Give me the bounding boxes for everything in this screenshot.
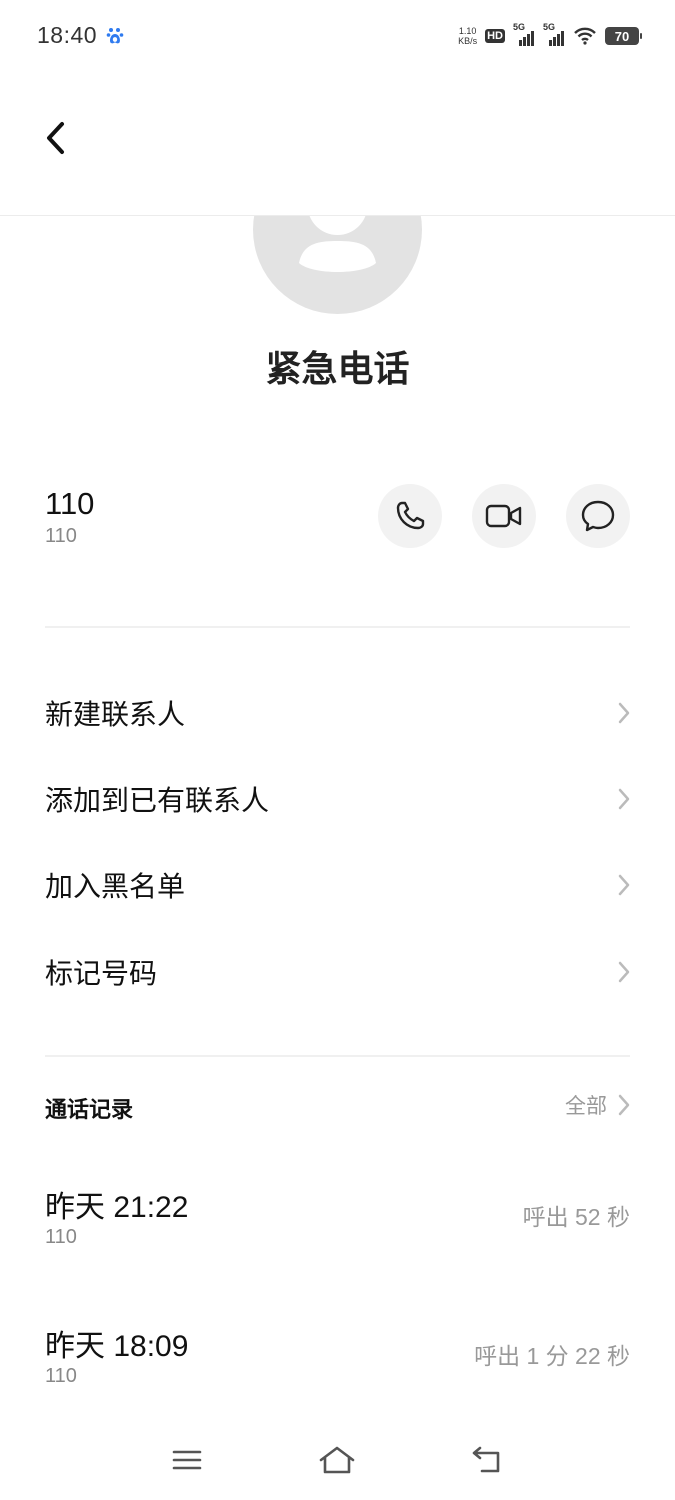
option-label: 加入黑名单 xyxy=(45,871,186,902)
signal-icon-sim2: 5G xyxy=(543,22,565,46)
sim2-network-label: 5G xyxy=(543,22,556,32)
net-speed: 1.10 KB/s xyxy=(458,26,477,46)
video-camera-icon xyxy=(485,504,522,528)
baidu-paw-icon xyxy=(106,28,124,44)
call-log-detail: 呼出 1 分 22 秒 xyxy=(474,1343,630,1369)
return-icon xyxy=(472,1446,500,1473)
chevron-left-icon xyxy=(47,122,64,154)
phone-number: 110 xyxy=(45,486,95,521)
status-bar: 18:40 1.10 KB/s HD 5G 5G 70 xyxy=(0,0,675,72)
call-log-title: 通话记录 xyxy=(45,1097,134,1122)
contact-name: 紧急电话 xyxy=(265,348,410,389)
nav-menu-button[interactable] xyxy=(162,1440,212,1480)
message-bubble-icon xyxy=(581,500,615,532)
call-log-all-label: 全部 xyxy=(565,1095,607,1118)
chevron-right-icon xyxy=(618,1094,630,1116)
menu-icon xyxy=(172,1450,202,1470)
status-time: 18:40 xyxy=(37,22,98,48)
option-add-to-existing-contact[interactable]: 添加到已有联系人 xyxy=(0,759,675,839)
battery-icon: 70 xyxy=(605,27,642,45)
nav-back-button[interactable] xyxy=(462,1440,512,1480)
option-label: 新建联系人 xyxy=(45,699,186,730)
call-log-all-button[interactable]: 全部 xyxy=(565,1090,631,1120)
option-mark-number[interactable]: 标记号码 xyxy=(0,932,675,1012)
signal-icon-sim1: 5G xyxy=(513,22,535,46)
phone-number-location: 110 xyxy=(45,525,77,547)
system-nav-bar xyxy=(0,1430,675,1500)
option-label: 标记号码 xyxy=(45,958,158,989)
option-label: 添加到已有联系人 xyxy=(45,785,270,816)
option-new-contact[interactable]: 新建联系人 xyxy=(0,673,675,753)
net-speed-unit: KB/s xyxy=(458,36,478,46)
hd-icon: HD xyxy=(485,29,505,43)
phone-icon xyxy=(396,501,425,530)
call-log-number: 110 xyxy=(45,1226,77,1248)
chevron-right-icon xyxy=(618,702,630,724)
top-app-bar xyxy=(0,72,675,216)
wifi-icon xyxy=(574,27,596,45)
chevron-right-icon xyxy=(618,788,630,810)
status-indicators: 1.10 KB/s HD 5G 5G 70 xyxy=(458,22,642,48)
option-add-to-blacklist[interactable]: 加入黑名单 xyxy=(0,845,675,925)
back-button[interactable] xyxy=(36,116,76,160)
call-button[interactable] xyxy=(378,484,442,548)
video-call-button[interactable] xyxy=(472,484,536,548)
divider xyxy=(45,1055,630,1057)
home-icon xyxy=(319,1446,355,1474)
call-log-time: 昨天 18:09 xyxy=(45,1330,189,1363)
message-button[interactable] xyxy=(566,484,630,548)
call-log-time: 昨天 21:22 xyxy=(45,1191,189,1224)
chevron-right-icon xyxy=(618,961,630,983)
nav-home-button[interactable] xyxy=(312,1440,362,1480)
sim1-network-label: 5G xyxy=(513,22,526,32)
chevron-right-icon xyxy=(618,874,630,896)
call-log-number: 110 xyxy=(45,1365,77,1387)
net-speed-value: 1.10 xyxy=(458,26,477,36)
call-log-detail: 呼出 52 秒 xyxy=(522,1204,630,1230)
divider xyxy=(45,626,630,628)
